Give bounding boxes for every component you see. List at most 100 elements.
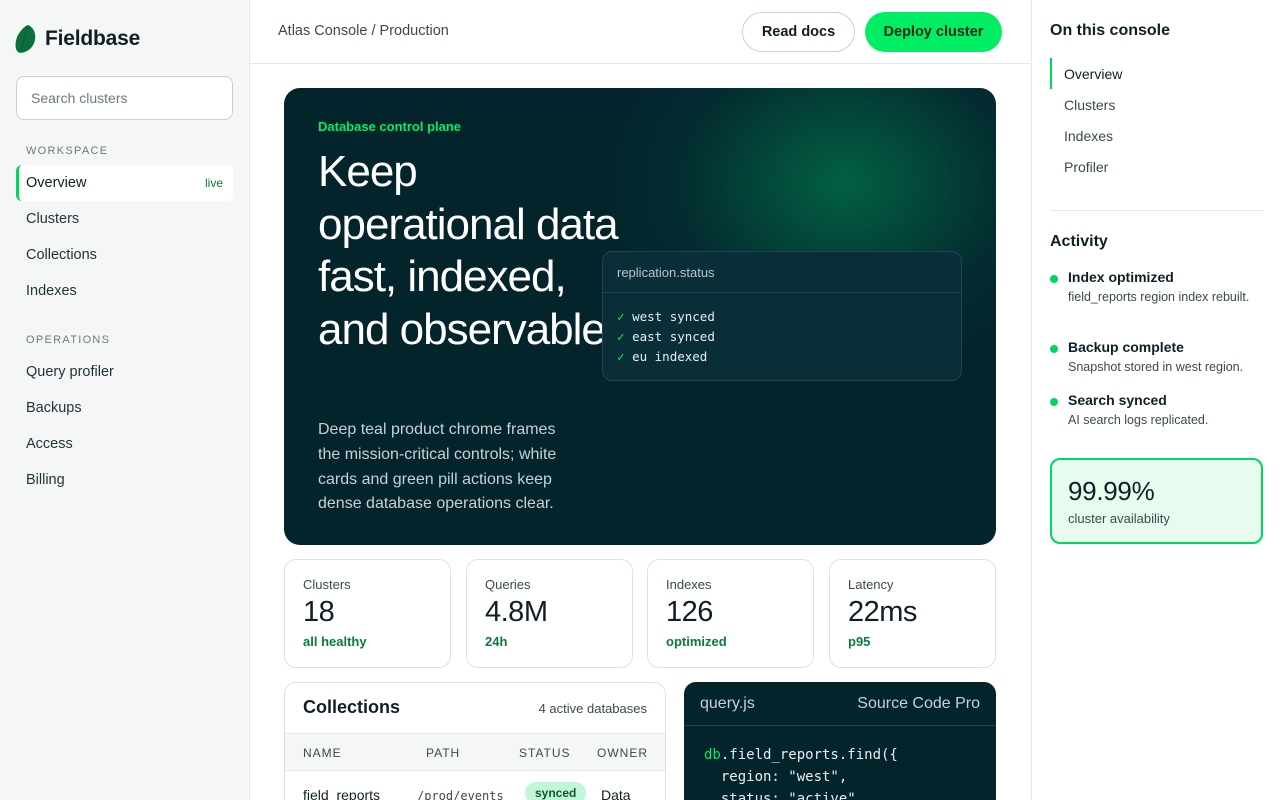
activity-item-desc: Snapshot stored in west region. (1068, 360, 1244, 374)
stat-value: 18 (303, 596, 335, 628)
code-filename: query.js (700, 694, 755, 712)
activity-item-desc: field_reports region index rebuilt. (1068, 290, 1250, 304)
code-block: db.field_reports.find({ region: "west", … (704, 744, 898, 800)
sidebar-item-label: Overview (26, 175, 87, 191)
stat-label: Indexes (666, 577, 712, 592)
code-token: .field_reports.find({ (720, 747, 898, 763)
activity-item-title: Index optimized (1068, 269, 1174, 285)
read-docs-button[interactable]: Read docs (742, 12, 855, 52)
stat-label: Latency (848, 577, 894, 592)
column-header-name[interactable]: NAME (303, 746, 342, 760)
code-line: db.field_reports.find({ (704, 744, 898, 766)
cell-name: field_reports (303, 787, 381, 800)
status-line: ✓ eu indexed (617, 349, 707, 364)
availability-card: 99.99% cluster availability (1050, 458, 1263, 544)
activity-item: Backup complete Snapshot stored in west … (1050, 339, 1270, 377)
search-input[interactable] (16, 76, 233, 120)
sidebar-item-label: Billing (26, 472, 65, 488)
breadcrumb[interactable]: Atlas Console / Production (278, 23, 449, 39)
stat-value: 22ms (848, 596, 917, 628)
check-icon: ✓ (617, 329, 625, 344)
status-dot-icon (1050, 275, 1058, 283)
nav-heading-workspace: WORKSPACE (26, 145, 109, 157)
code-line: status: "active" (704, 791, 856, 800)
status-line: ✓ west synced (617, 309, 715, 324)
activity-item: Index optimized field_reports region ind… (1050, 269, 1270, 307)
stat-note: 24h (485, 634, 508, 649)
code-token: db (704, 747, 721, 763)
sidebar-item-indexes[interactable]: Indexes (16, 273, 233, 309)
activity-item-desc: AI search logs replicated. (1068, 413, 1209, 427)
cell-owner: Data (601, 787, 631, 800)
hero-title: Keep operational data fast, indexed, and… (318, 147, 619, 354)
code-card: query.js Source Code Pro db.field_report… (684, 682, 996, 800)
availability-label: cluster availability (1068, 511, 1170, 526)
status-badge: synced (525, 782, 587, 800)
sidebar: Fieldbase WORKSPACE Overview live Cluste… (0, 0, 250, 800)
stat-note: optimized (666, 634, 727, 649)
hero-description: Deep teal product chrome frames the miss… (318, 421, 557, 513)
sidebar-item-billing[interactable]: Billing (16, 462, 233, 498)
column-header-owner[interactable]: OWNER (597, 746, 648, 760)
stat-value: 126 (666, 596, 713, 628)
sidebar-item-label: Access (26, 436, 73, 452)
stat-card-indexes: Indexes 126 optimized (647, 559, 814, 668)
table-header-row: NAME PATH STATUS OWNER (285, 733, 665, 771)
code-font-label: Source Code Pro (857, 694, 980, 712)
collections-card: Collections 4 active databases NAME PATH… (284, 682, 666, 800)
activity-item: Search synced AI search logs replicated. (1050, 392, 1270, 430)
cell-path: /prod/events (417, 789, 504, 800)
sidebar-item-label: Backups (26, 400, 82, 416)
rail-divider (1050, 210, 1264, 211)
toc-item-profiler[interactable]: Profiler (1050, 151, 1250, 182)
sidebar-item-query-profiler[interactable]: Query profiler (16, 354, 233, 390)
hero-eyebrow: Database control plane (318, 119, 462, 134)
sidebar-item-label: Collections (26, 247, 97, 263)
collections-title: Collections (303, 697, 401, 717)
sidebar-item-overview[interactable]: Overview live (16, 165, 233, 201)
top-bar: Atlas Console / Production Read docs Dep… (250, 0, 1030, 64)
sidebar-item-access[interactable]: Access (16, 426, 233, 462)
rail-title: On this console (1050, 22, 1171, 39)
status-line-text: eu indexed (632, 349, 708, 364)
toc-item-indexes[interactable]: Indexes (1050, 120, 1250, 151)
code-card-header: query.js Source Code Pro (684, 682, 996, 726)
code-line: region: "west", (704, 769, 848, 785)
activity-item-title: Search synced (1068, 392, 1167, 408)
live-badge: live (204, 176, 223, 190)
brand[interactable]: Fieldbase (14, 24, 140, 54)
right-rail: On this console Overview Clusters Indexe… (1031, 0, 1280, 800)
stat-label: Queries (485, 577, 531, 592)
activity-item-title: Backup complete (1068, 339, 1184, 355)
collections-count: 4 active databases (538, 701, 647, 716)
toc-item-clusters[interactable]: Clusters (1050, 89, 1250, 120)
sidebar-item-label: Clusters (26, 211, 80, 227)
column-header-path[interactable]: PATH (426, 746, 460, 760)
toc-item-overview[interactable]: Overview (1050, 58, 1250, 89)
deploy-cluster-button[interactable]: Deploy cluster (865, 12, 1002, 52)
stat-card-clusters: Clusters 18 all healthy (284, 559, 451, 668)
sidebar-item-label: Query profiler (26, 364, 114, 380)
column-header-status[interactable]: STATUS (519, 746, 571, 760)
stat-card-latency: Latency 22ms p95 (829, 559, 996, 668)
status-card-title: replication.status (603, 252, 961, 293)
check-icon: ✓ (617, 349, 625, 364)
stat-label: Clusters (303, 577, 351, 592)
sidebar-item-collections[interactable]: Collections (16, 237, 233, 273)
stat-note: all healthy (303, 634, 367, 649)
fieldbase-leaf-logo-icon (15, 25, 36, 53)
stat-value: 4.8M (485, 596, 548, 628)
sidebar-item-clusters[interactable]: Clusters (16, 201, 233, 237)
status-line: ✓ east synced (617, 329, 715, 344)
hero-panel: Database control plane Keep operational … (284, 88, 996, 545)
status-line-text: west synced (632, 309, 715, 324)
stat-card-queries: Queries 4.8M 24h (466, 559, 633, 668)
status-dot-icon (1050, 345, 1058, 353)
nav-heading-operations: OPERATIONS (26, 334, 111, 346)
replication-status-card: replication.status ✓ west synced ✓ east … (602, 251, 962, 381)
stat-note: p95 (848, 634, 871, 649)
activity-title: Activity (1050, 233, 1108, 250)
status-dot-icon (1050, 398, 1058, 406)
check-icon: ✓ (617, 309, 625, 324)
sidebar-item-backups[interactable]: Backups (16, 390, 233, 426)
